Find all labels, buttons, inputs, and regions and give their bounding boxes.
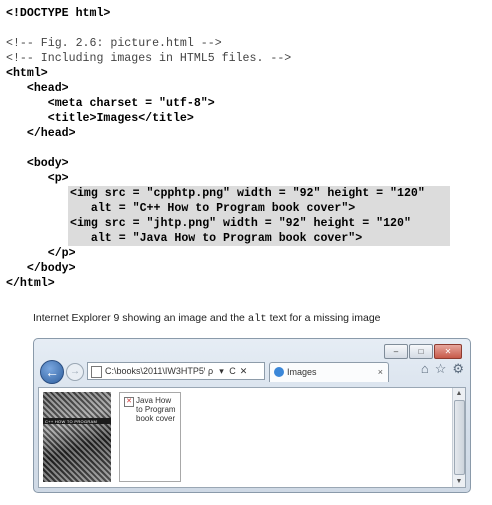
forward-button[interactable]: →: [66, 363, 84, 381]
search-icon[interactable]: ρ: [205, 363, 216, 379]
code-line: <html>: [6, 67, 48, 80]
code-comment: <!-- Fig. 2.6: picture.html -->: [6, 37, 222, 50]
tab-images[interactable]: Images ×: [269, 362, 389, 382]
code-line: </html>: [6, 277, 55, 290]
cover-title-text: C++ HOW TO PROGRAM: [45, 419, 98, 424]
figure-caption: Internet Explorer 9 showing an image and…: [33, 312, 381, 325]
address-text: C:\books\2011\IW3HTP5\: [105, 366, 205, 376]
code-line: <img src = "cpphtp.png" width = "92" hei…: [70, 187, 425, 200]
chevron-down-icon[interactable]: ▾: [216, 363, 227, 379]
favorites-icon[interactable]: ☆: [435, 361, 447, 377]
caption-text-end: text for a missing image: [266, 312, 381, 324]
missing-image-placeholder: ✕ Java How to Program book cover: [119, 392, 181, 482]
navigation-bar: ← → C:\books\2011\IW3HTP5\ ρ ▾ C ✕ Images × …: [40, 360, 464, 384]
code-line: <body>: [6, 157, 69, 170]
settings-icon[interactable]: ⚙: [452, 361, 464, 377]
code-line: alt = "C++ How to Program book cover">: [70, 202, 356, 215]
ie-logo-icon: [274, 367, 284, 377]
code-line: <!DOCTYPE html>: [6, 7, 111, 20]
vertical-scrollbar[interactable]: ▲ ▼: [452, 388, 465, 487]
browser-window: ‒ □ ✕ ← → C:\books\2011\IW3HTP5\ ρ ▾ C ✕ Ima…: [33, 338, 471, 493]
page-content: C++ HOW TO PROGRAM ✕ Java How to Program…: [38, 387, 466, 488]
code-line: </body>: [6, 262, 76, 275]
window-controls: ‒ □ ✕: [384, 344, 462, 359]
close-window-button[interactable]: ✕: [434, 344, 462, 359]
scroll-thumb[interactable]: [454, 400, 465, 475]
cpphtp-cover-image: C++ HOW TO PROGRAM: [43, 392, 111, 482]
code-listing: <!DOCTYPE html> <!-- Fig. 2.6: picture.h…: [6, 6, 486, 291]
code-line: </head>: [6, 127, 76, 140]
highlighted-code-block: <img src = "cpphtp.png" width = "92" hei…: [68, 186, 450, 246]
code-line: <title>Images</title>: [6, 112, 194, 125]
caption-text-start: Internet Explorer 9 showing an image and…: [33, 312, 248, 324]
code-line: </p>: [6, 247, 76, 260]
address-bar[interactable]: C:\books\2011\IW3HTP5\ ρ ▾ C ✕: [87, 362, 265, 380]
broken-image-icon: ✕: [124, 397, 134, 407]
code-line: alt = "Java How to Program book cover">: [70, 232, 363, 245]
back-button[interactable]: ←: [40, 360, 64, 384]
tab-title: Images: [287, 367, 317, 377]
alt-text: Java How to Program book cover: [136, 396, 176, 423]
maximize-button[interactable]: □: [409, 344, 433, 359]
code-line: <head>: [6, 82, 69, 95]
code-line: <img src = "jhtp.png" width = "92" heigh…: [70, 217, 411, 230]
caption-code: alt: [247, 313, 267, 325]
code-comment: <!-- Including images in HTML5 files. --…: [6, 52, 292, 65]
home-icon[interactable]: ⌂: [421, 361, 429, 377]
scroll-up-icon[interactable]: ▲: [453, 388, 465, 399]
stop-icon[interactable]: ✕: [238, 363, 249, 379]
minimize-button[interactable]: ‒: [384, 344, 408, 359]
scroll-down-icon[interactable]: ▼: [453, 476, 465, 487]
toolbar-icons: ⌂ ☆ ⚙: [421, 361, 464, 377]
code-line: <meta charset = "utf-8">: [6, 97, 215, 110]
page-icon: [91, 366, 102, 378]
code-line: <p>: [6, 172, 69, 185]
tab-close-icon[interactable]: ×: [378, 363, 383, 381]
refresh-icon[interactable]: C: [227, 363, 238, 379]
